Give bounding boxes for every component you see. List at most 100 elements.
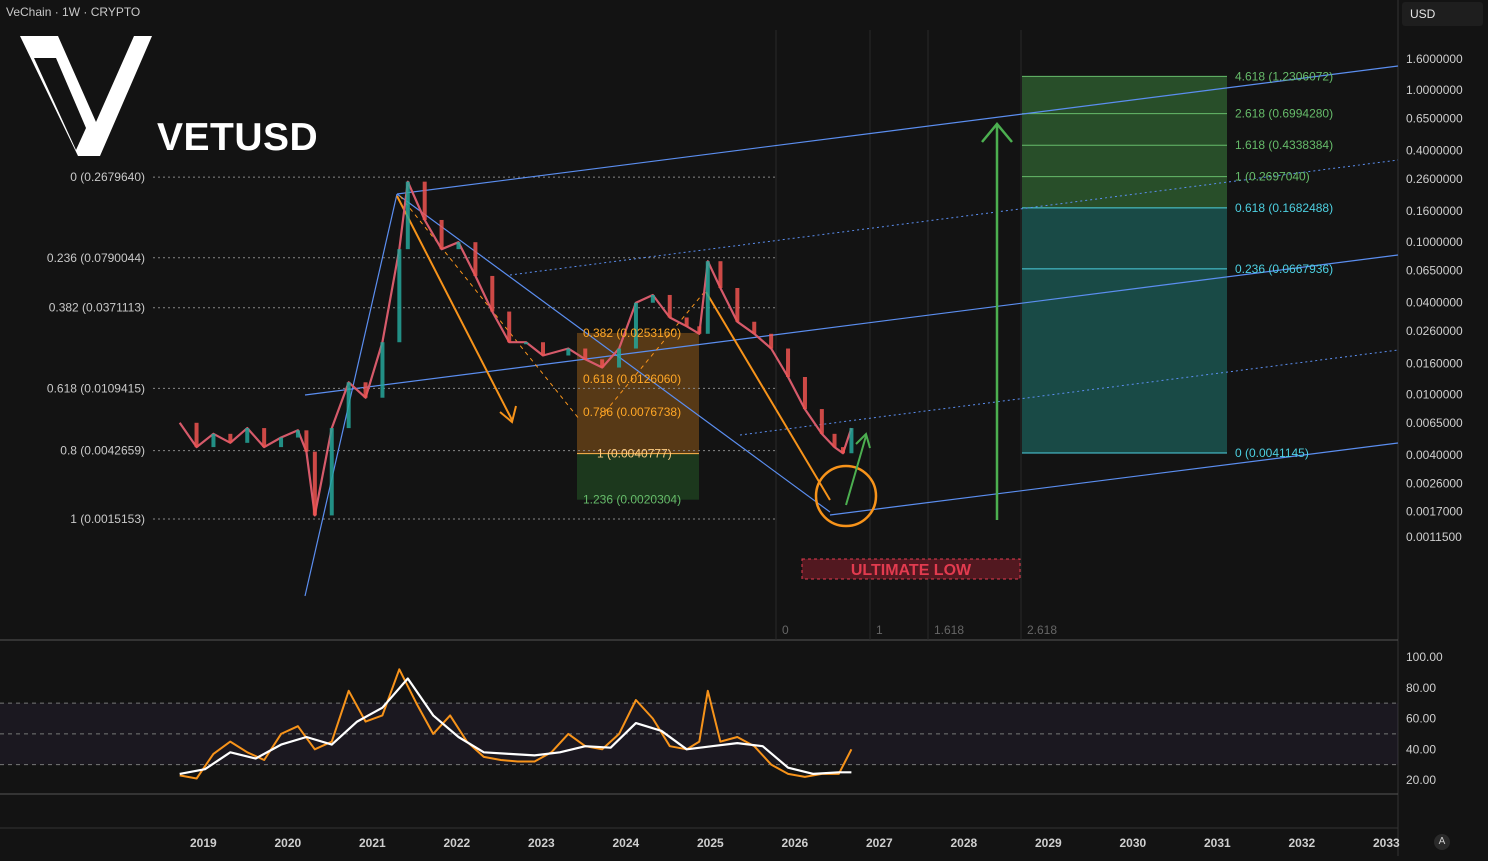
chart-stage[interactable]: 0 (0.2679640) 0.236 (0.0790044) 0.382 (0.0…: [0, 0, 1488, 856]
currency-selector[interactable]: USD: [1402, 2, 1483, 26]
price-candle: [346, 382, 351, 429]
fib-box-label: 0.382 (0.0253160): [583, 326, 681, 340]
price-tick-label: 0.0400000: [1406, 296, 1463, 310]
price-candle: [752, 321, 757, 334]
time-tick-label: 2024: [613, 836, 640, 850]
price-tick-label: 0.0011500: [1406, 530, 1462, 544]
time-tick-label: 2027: [866, 836, 893, 850]
price-tick-label: 0.0260000: [1406, 324, 1463, 338]
fib-retracement-label: 0.382 (0.0371113): [49, 301, 145, 315]
price-candle: [439, 219, 444, 250]
price-tick-label: 0.0650000: [1406, 264, 1463, 278]
price-candle: [705, 261, 710, 334]
price-candle: [397, 249, 402, 343]
price-candle: [473, 242, 478, 276]
price-candle: [684, 317, 689, 327]
price-tick-label: 0.0017000: [1406, 504, 1463, 518]
fib-box-label: 0.786 (0.0076738): [583, 405, 681, 419]
ticker-label: VETUSD: [157, 116, 319, 159]
auto-scale-button[interactable]: A: [1434, 834, 1450, 850]
price-tick-label: 0.0040000: [1406, 448, 1463, 462]
time-fib-label: 2.618: [1027, 623, 1057, 637]
fib-box-orange-zone: [577, 332, 699, 454]
price-candle: [566, 348, 571, 356]
price-candle: [524, 342, 529, 345]
channel-line: [829, 442, 1399, 516]
rsi-tick-label: 100.00: [1406, 650, 1443, 664]
price-candle: [422, 181, 427, 220]
rsi-pane: [0, 668, 1398, 780]
fib-retracement-label: 1 (0.0015153): [70, 512, 145, 526]
price-candle: [617, 348, 622, 368]
time-tick-label: 2028: [951, 836, 978, 850]
time-tick-label: 2033: [1373, 836, 1400, 850]
price-candle: [600, 359, 605, 368]
fib-extension-label: 4.618 (1.2306072): [1235, 69, 1333, 83]
time-tick-label: 2020: [275, 836, 302, 850]
time-tick-label: 2021: [359, 836, 386, 850]
price-candle: [295, 430, 300, 438]
channel-line: [304, 254, 1399, 396]
price-candle: [802, 376, 807, 410]
fib-retracement-label: 0.618 (0.0109415): [47, 381, 145, 395]
price-candle: [769, 333, 774, 349]
price-tick-label: 0.0026000: [1406, 476, 1463, 490]
fib-retracement-label: 0 (0.2679640): [70, 170, 145, 184]
rsi-tick-label: 80.00: [1406, 681, 1436, 695]
price-candle: [405, 181, 410, 250]
price-candle: [840, 447, 845, 454]
price-candle: [786, 348, 791, 377]
fib-retracement-label: 0.236 (0.0790044): [47, 251, 145, 265]
price-line: [178, 180, 853, 517]
price-candle: [667, 294, 672, 318]
price-tick-label: 1.6000000: [1406, 52, 1463, 66]
time-tick-label: 2032: [1289, 836, 1316, 850]
price-candle: [456, 242, 461, 250]
fib-extension-label: 0.236 (0.0667936): [1235, 262, 1333, 276]
fib-box-label: 0.618 (0.0126060): [583, 372, 681, 386]
price-candle: [819, 409, 824, 434]
vechain-logo-mark: [20, 36, 152, 156]
price-tick-label: 0.0160000: [1406, 356, 1463, 370]
fib-extension-label: 0 (0.0041145): [1235, 446, 1309, 460]
price-candle: [718, 261, 723, 288]
price-candle: [194, 422, 199, 448]
price-candle: [832, 433, 837, 448]
rsi-tick-label: 60.00: [1406, 712, 1436, 726]
fib-box-label: 1.236 (0.0020304): [583, 493, 681, 507]
vechain-logo: [20, 36, 152, 156]
price-candle: [380, 342, 385, 398]
price-candle: [304, 430, 309, 452]
time-tick-label: 2030: [1120, 836, 1147, 850]
price-tick-label: 1.0000000: [1406, 83, 1463, 97]
time-tick-label: 2025: [697, 836, 724, 850]
fib-retracement-label: 0.8 (0.0042659): [60, 444, 145, 458]
price-tick-label: 0.2600000: [1406, 172, 1463, 186]
symbol-title: VeChain · 1W · CRYPTO: [6, 5, 141, 19]
time-tick-label: 2019: [190, 836, 217, 850]
price-tick-label: 0.1600000: [1406, 204, 1463, 218]
price-tick-label: 0.0100000: [1406, 387, 1463, 401]
price-candle: [735, 287, 740, 322]
time-fib-label: 1: [876, 623, 883, 637]
fib-extension-teal-zone: [1022, 207, 1227, 454]
price-candle: [849, 428, 854, 454]
time-tick-label: 2026: [782, 836, 809, 850]
price-tick-label: 0.6500000: [1406, 112, 1463, 126]
price-candle: [363, 382, 368, 398]
price-candle: [697, 326, 702, 334]
time-tick-label: 2029: [1035, 836, 1062, 850]
price-tick-label: 0.4000000: [1406, 144, 1463, 158]
ultimate-low-label: ULTIMATE LOW: [851, 562, 972, 579]
price-series-layer: [178, 180, 854, 517]
price-candle: [245, 428, 250, 443]
rsi-tick-label: 20.00: [1406, 773, 1436, 787]
price-candle: [262, 428, 267, 448]
time-tick-label: 2023: [528, 836, 555, 850]
price-candle: [211, 433, 216, 448]
price-candle: [583, 348, 588, 360]
time-fib-label: 1.618: [934, 623, 964, 637]
price-candle: [650, 294, 655, 303]
fib-extension-label: 2.618 (0.6994280): [1235, 107, 1333, 121]
time-fib-label: 0: [782, 623, 789, 637]
